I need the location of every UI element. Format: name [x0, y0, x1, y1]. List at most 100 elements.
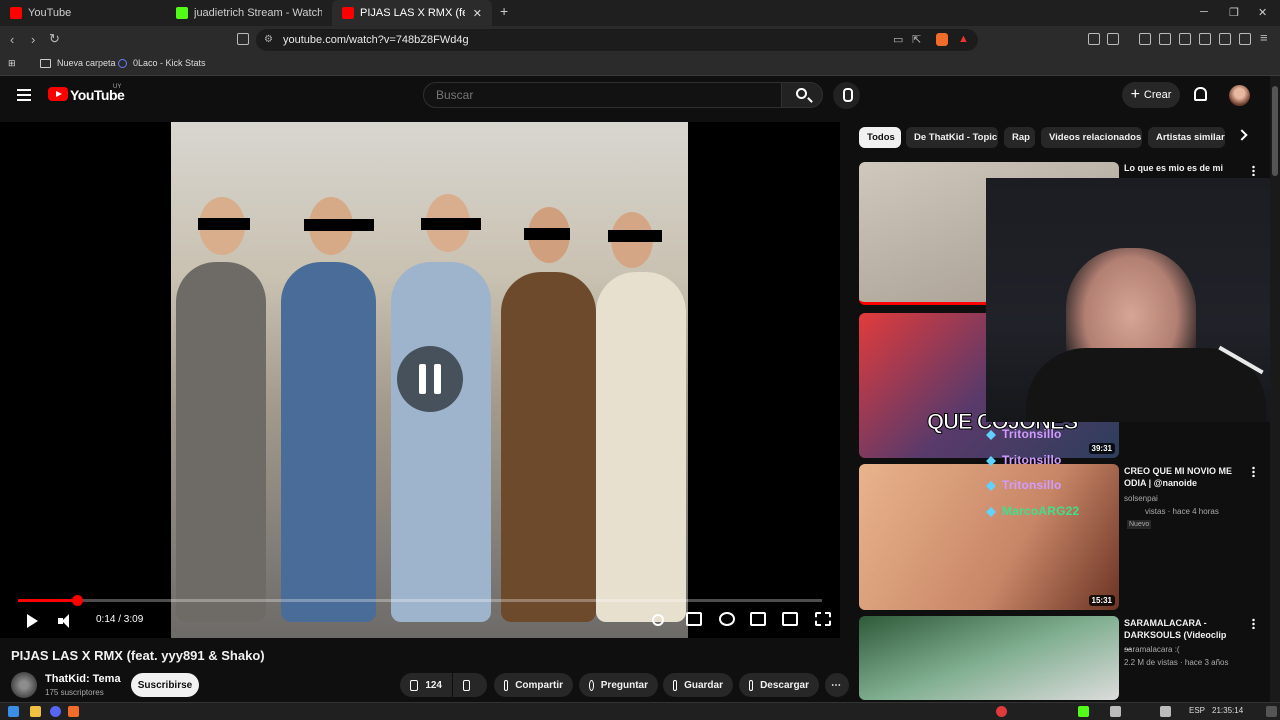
chat-username: Tritonsillo	[1002, 453, 1062, 467]
extensions-icon[interactable]	[1088, 33, 1100, 45]
autoplay-toggle-icon[interactable]	[652, 614, 664, 626]
scrubber-handle[interactable]	[72, 595, 84, 606]
media-icon[interactable]	[1159, 33, 1171, 45]
hamburger-menu-icon[interactable]	[17, 89, 31, 101]
sub-badge-icon	[986, 429, 996, 440]
bookmark-icon[interactable]	[237, 33, 249, 45]
more-dots-icon: ⋯	[831, 679, 841, 691]
network-icon[interactable]	[1160, 706, 1171, 717]
share-arrow-icon	[504, 679, 509, 691]
chip-similar-artists[interactable]: Artistas similares	[1148, 127, 1225, 148]
tray-app-icon[interactable]	[996, 706, 1007, 717]
start-icon[interactable]	[8, 706, 19, 717]
chip-all[interactable]: Todos	[859, 127, 901, 148]
chip-rap[interactable]: Rap	[1004, 127, 1035, 148]
sub-badge-icon	[986, 455, 996, 466]
kick-stats-icon	[118, 58, 127, 68]
discord-icon[interactable]	[50, 706, 61, 717]
channel-name[interactable]: ThatKid: Tema	[45, 673, 121, 685]
new-tab-button[interactable]: +	[500, 3, 508, 19]
create-button[interactable]: + Crear	[1122, 82, 1180, 108]
play-icon[interactable]	[27, 614, 38, 628]
search-button[interactable]	[781, 82, 823, 108]
scrollbar-thumb[interactable]	[1272, 86, 1278, 176]
ask-button[interactable]: Preguntar	[579, 673, 658, 697]
subtitles-icon[interactable]	[686, 612, 702, 626]
streamer-webcam-overlay	[986, 178, 1280, 422]
recommendation-title[interactable]: Lo que es mio es de mi	[1124, 162, 1234, 174]
chip-related-videos[interactable]: Videos relacionados	[1041, 127, 1142, 148]
share-icon[interactable]: ⇱	[912, 33, 921, 46]
dislike-button[interactable]	[453, 673, 487, 697]
miniplayer-icon[interactable]	[750, 612, 766, 626]
tab-kick-stream[interactable]: juadietrich Stream - Watch Live on Ki	[166, 0, 332, 26]
brave-icon[interactable]	[68, 706, 79, 717]
video-player[interactable]: 0:14 / 3:09	[0, 122, 840, 638]
forward-icon[interactable]: ›	[31, 32, 35, 47]
chevron-right-icon[interactable]	[1236, 129, 1248, 141]
address-bar[interactable]: ⚙ youtube.com/watch?v=748bZ8FWd4g ▭ ⇱ ▲	[256, 29, 978, 51]
more-actions-button[interactable]: ⋯	[825, 673, 849, 697]
sidebar-icon[interactable]	[1179, 33, 1191, 45]
brave-rewards-icon[interactable]: ▲	[958, 33, 969, 45]
video-title: PIJAS LAS X RMX (feat. yyy891 & Shako)	[11, 648, 265, 663]
leo-ai-icon[interactable]	[1219, 33, 1231, 45]
apps-grid-icon[interactable]: ⊞	[8, 58, 16, 69]
save-button[interactable]: Guardar	[663, 673, 733, 697]
recommendation-stats: 2.2 M de vistas · hace 3 años	[1124, 658, 1229, 667]
channel-avatar[interactable]	[11, 672, 37, 698]
more-options-icon[interactable]	[1252, 618, 1255, 629]
tray-kick-icon[interactable]	[1078, 706, 1089, 717]
reload-icon[interactable]: ↻	[49, 31, 60, 47]
minimize-button[interactable]: ─	[1200, 6, 1208, 18]
wallet-icon[interactable]	[1199, 33, 1211, 45]
progress-bar[interactable]	[18, 595, 822, 606]
search-icon	[796, 88, 807, 99]
folder-icon	[40, 58, 51, 68]
share-button[interactable]: Compartir	[494, 673, 573, 697]
notifications-icon[interactable]	[1266, 706, 1277, 717]
cast-icon[interactable]	[782, 612, 798, 626]
site-settings-icon[interactable]: ⚙	[264, 34, 273, 45]
file-explorer-icon[interactable]	[30, 706, 41, 717]
close-window-button[interactable]: ✕	[1258, 6, 1267, 19]
restore-button[interactable]: ❐	[1229, 6, 1239, 19]
brave-shields-icon[interactable]	[936, 33, 948, 46]
screenshot-icon[interactable]	[1107, 33, 1119, 45]
speaker-icon[interactable]	[1110, 706, 1121, 717]
tab-current-video[interactable]: PIJAS LAS X RMX (feat. yyy89 ✕	[332, 0, 492, 26]
download-button[interactable]: Descargar	[739, 673, 819, 697]
back-icon[interactable]: ‹	[10, 32, 14, 47]
kick-favicon-icon	[176, 7, 188, 19]
menu-icon[interactable]: ≡	[1260, 30, 1268, 45]
install-app-icon[interactable]: ▭	[893, 33, 903, 46]
page-scrollbar[interactable]	[1270, 76, 1280, 702]
keyboard-language[interactable]: ESP	[1189, 706, 1205, 715]
search-input[interactable]	[423, 82, 782, 108]
chip-thatkid-topic[interactable]: De ThatKid - Topic	[906, 127, 998, 148]
recommendation-channel[interactable]: saramalacara :(	[1124, 645, 1180, 654]
chat-line: Tritonsillo	[986, 478, 1062, 492]
pause-overlay-icon[interactable]	[397, 346, 463, 412]
settings-gear-icon[interactable]	[719, 612, 735, 626]
volume-icon[interactable]	[58, 614, 76, 628]
youtube-logo-icon[interactable]	[48, 87, 68, 101]
recommendation-thumbnail[interactable]	[859, 616, 1119, 700]
clock[interactable]: 21:35:14	[1212, 706, 1243, 715]
voice-search-button[interactable]	[833, 82, 860, 109]
tab-close-icon[interactable]: ✕	[473, 7, 482, 20]
notifications-bell-icon[interactable]	[1194, 87, 1207, 101]
subscribe-button[interactable]: Suscribirse	[131, 673, 199, 697]
vpn-icon[interactable]	[1239, 33, 1251, 45]
bookmark-kick-stats[interactable]: 0Laco - Kick Stats	[118, 58, 206, 68]
account-avatar[interactable]	[1229, 85, 1250, 106]
fullscreen-icon[interactable]	[815, 612, 831, 626]
downloads-icon[interactable]	[1139, 33, 1151, 45]
like-button[interactable]: 124	[400, 673, 452, 697]
tab-youtube[interactable]: YouTube	[0, 0, 166, 26]
more-options-icon[interactable]	[1252, 165, 1255, 176]
country-code: UY	[113, 84, 122, 90]
more-options-icon[interactable]	[1252, 466, 1255, 477]
create-label: Crear	[1143, 89, 1172, 101]
bookmark-folder[interactable]: Nueva carpeta	[40, 58, 116, 68]
